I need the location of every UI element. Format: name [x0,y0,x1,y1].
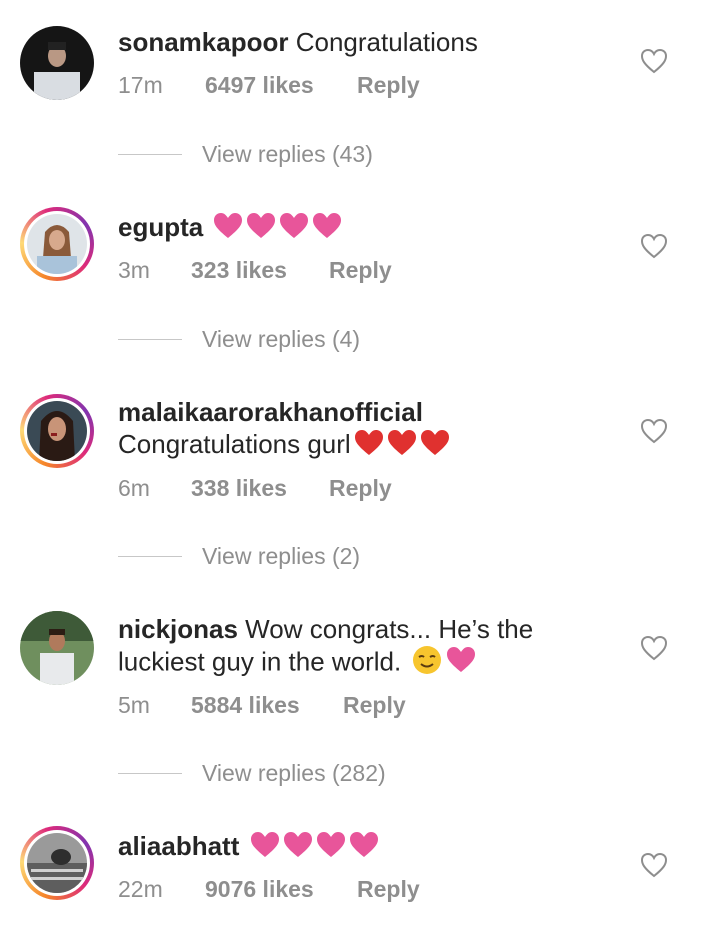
timestamp: 6m [118,475,150,501]
avatar-image [27,401,87,461]
pink-heart-icon [312,212,342,246]
replies-divider [118,556,182,557]
pink-heart-icon [316,831,346,865]
replies-divider [118,154,182,155]
story-ring [20,826,94,900]
comment-text: Congratulations gurl [118,429,351,459]
comment-body: nickjonas Wow congrats... He’s the lucki… [118,613,558,682]
comment-meta: 3m 323 likes Reply [118,257,392,284]
comment-body: malaikaarorakhanofficial Congratulations… [118,396,588,463]
story-ring [20,207,94,281]
reply-button[interactable]: Reply [329,257,392,284]
comment-meta: 6m 338 likes Reply [118,475,392,502]
reply-button[interactable]: Reply [357,72,420,99]
like-heart-icon[interactable] [640,233,668,259]
comment-meta: 5m 5884 likes Reply [118,692,406,719]
avatar-image [20,611,94,685]
comment-body: sonamkapoor Congratulations [118,26,588,58]
username[interactable]: egupta [118,212,203,242]
pink-heart-icon [246,212,276,246]
timestamp: 3m [118,257,150,283]
comment-body: aliaabhatt [118,830,588,865]
view-replies-button[interactable]: View replies (4) [118,326,360,353]
avatar-image [20,26,94,100]
timestamp: 17m [118,72,163,98]
pink-heart-icon [349,831,379,865]
story-ring [20,394,94,468]
pink-heart-icon [446,647,476,680]
avatar[interactable] [20,207,94,281]
username[interactable]: sonamkapoor [118,27,289,57]
username[interactable]: aliaabhatt [118,831,239,861]
username[interactable]: malaikaarorakhanofficial [118,397,423,427]
avatar[interactable] [20,394,94,468]
likes-count[interactable]: 5884 likes [191,692,343,719]
like-heart-icon[interactable] [640,48,668,74]
pink-heart-icon [250,831,280,865]
pink-heart-icon [213,212,243,246]
like-heart-icon[interactable] [640,418,668,444]
avatar-image [27,214,87,274]
replies-divider [118,773,182,774]
likes-count[interactable]: 9076 likes [205,876,357,903]
comment-text: Congratulations [295,27,478,57]
avatar-image [27,833,87,893]
view-replies-button[interactable]: View replies (282) [118,760,386,787]
pink-heart-icon [283,831,313,865]
view-replies-label: View replies (43) [202,141,373,167]
like-heart-icon[interactable] [640,635,668,661]
red-heart-icon [387,429,417,463]
view-replies-label: View replies (4) [202,326,361,352]
comment-body: egupta [118,211,588,246]
avatar[interactable] [20,611,94,685]
red-heart-icon [420,429,450,463]
smiling-face-icon [411,645,443,682]
comment-meta: 17m 6497 likes Reply [118,72,420,99]
avatar[interactable] [20,826,94,900]
likes-count[interactable]: 323 likes [191,257,329,284]
likes-count[interactable]: 338 likes [191,475,329,502]
username[interactable]: nickjonas [118,614,238,644]
likes-count[interactable]: 6497 likes [205,72,357,99]
reply-button[interactable]: Reply [343,692,406,719]
red-heart-icon [354,429,384,463]
pink-heart-icon [279,212,309,246]
view-replies-label: View replies (2) [202,543,361,569]
like-heart-icon[interactable] [640,852,668,878]
timestamp: 5m [118,692,150,718]
reply-button[interactable]: Reply [329,475,392,502]
view-replies-label: View replies (282) [202,760,386,786]
view-replies-button[interactable]: View replies (2) [118,543,360,570]
avatar[interactable] [20,26,94,100]
timestamp: 22m [118,876,163,902]
replies-divider [118,339,182,340]
view-replies-button[interactable]: View replies (43) [118,141,373,168]
comment-meta: 22m 9076 likes Reply [118,876,420,903]
reply-button[interactable]: Reply [357,876,420,903]
